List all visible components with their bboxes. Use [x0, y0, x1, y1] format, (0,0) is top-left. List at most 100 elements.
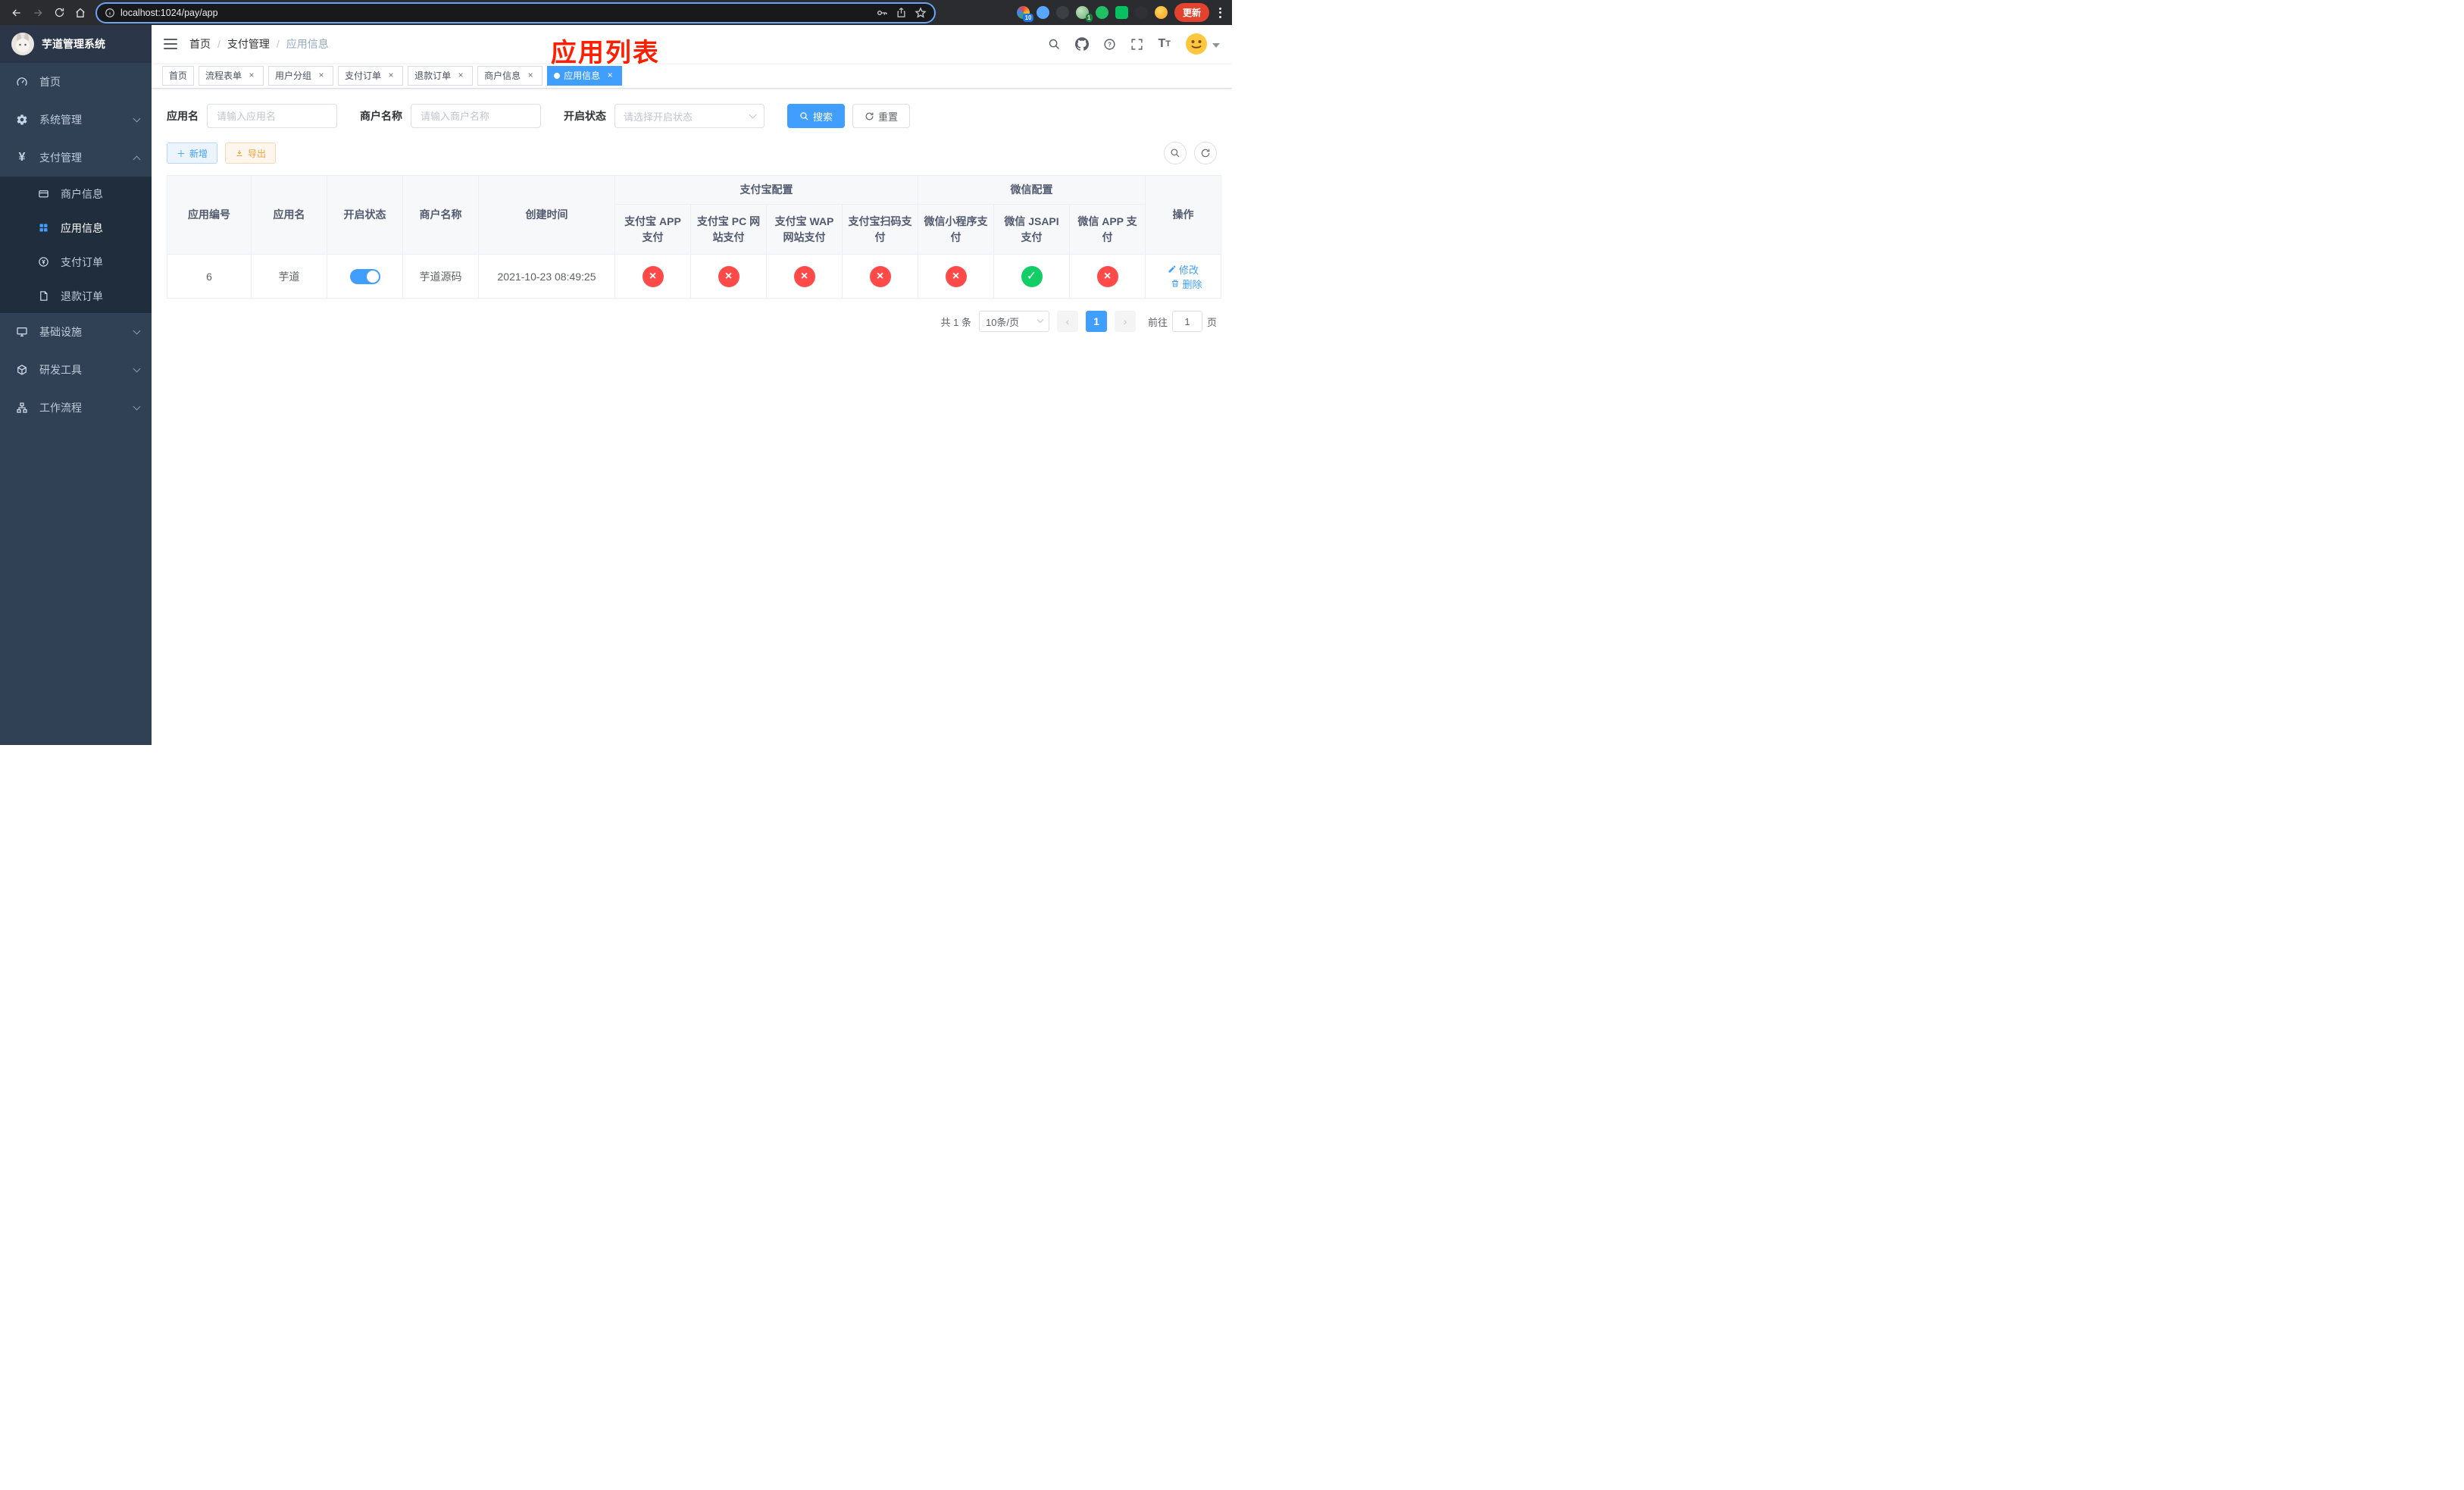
close-icon[interactable]: ×	[386, 70, 396, 81]
export-button[interactable]: 导出	[225, 142, 277, 164]
sidebar-subitem-refund-order[interactable]: 退款订单	[0, 279, 152, 313]
tab-app-info[interactable]: 应用信息 ×	[547, 65, 623, 86]
app-table: 应用编号 应用名 开启状态 商户名称 创建时间 支付宝配置 微信配置 操作 支付…	[167, 175, 1221, 299]
sidebar-item-home[interactable]: 首页	[0, 63, 152, 101]
breadcrumb-payment[interactable]: 支付管理	[227, 36, 270, 52]
close-icon[interactable]: ×	[605, 70, 615, 81]
chevron-down-icon	[133, 327, 141, 334]
plus-icon: ＋	[177, 148, 186, 159]
prev-page-button[interactable]: ‹	[1056, 311, 1078, 332]
toggle-search-button[interactable]	[1164, 142, 1187, 164]
search-icon[interactable]	[1048, 38, 1061, 51]
url-bar[interactable]: localhost:1024/pay/app	[97, 3, 934, 22]
cell-wx-app-status: ×	[1069, 254, 1146, 299]
close-icon[interactable]: ×	[525, 70, 536, 81]
status-badge: ×	[642, 265, 664, 287]
home-button[interactable]	[71, 4, 89, 22]
share-icon[interactable]	[896, 7, 907, 18]
edit-button[interactable]: 修改	[1168, 262, 1199, 277]
extension-dark-circle-icon[interactable]	[1055, 6, 1069, 19]
back-button[interactable]	[8, 4, 26, 22]
password-key-icon[interactable]	[876, 7, 888, 19]
sidebar-item-devtools[interactable]: 研发工具	[0, 351, 152, 389]
cell-wx-jsapi-status: ✓	[993, 254, 1070, 299]
user-avatar[interactable]	[1185, 33, 1220, 55]
extension-pin-icon[interactable]	[1134, 6, 1148, 19]
github-icon[interactable]	[1075, 37, 1090, 51]
header-alipay-group: 支付宝配置	[614, 175, 918, 205]
profile-face-icon[interactable]	[1154, 6, 1168, 19]
sidebar-item-infra[interactable]: 基础设施	[0, 313, 152, 351]
monitor-icon	[15, 325, 29, 339]
fullscreen-icon[interactable]	[1130, 38, 1143, 51]
delete-button[interactable]: 删除	[1171, 277, 1202, 291]
extension-wechat-icon[interactable]	[1115, 6, 1128, 19]
chevron-down-icon	[133, 114, 141, 122]
sidebar-subitem-merchant-info[interactable]: 商户信息	[0, 177, 152, 211]
extension-drop-icon[interactable]	[1036, 6, 1049, 19]
sidebar-subitem-pay-order[interactable]: 支付订单	[0, 245, 152, 279]
status-select[interactable]: 请选择开启状态	[614, 104, 765, 128]
reload-button[interactable]	[50, 4, 68, 22]
goto-page-input[interactable]	[1171, 311, 1202, 332]
sidebar-logo[interactable]: 芋道管理系统	[0, 25, 152, 63]
enabled-switch[interactable]	[349, 268, 380, 284]
font-size-icon[interactable]: TT	[1158, 38, 1171, 50]
avatar-caret-icon	[1212, 42, 1220, 48]
tab-refund-order[interactable]: 退款订单 ×	[408, 65, 474, 86]
extension-avatar-icon[interactable]: 1	[1075, 6, 1093, 22]
breadcrumb-home[interactable]: 首页	[189, 36, 211, 52]
avatar-image	[1186, 33, 1207, 55]
header-alipay-qr: 支付宝扫码支付	[842, 204, 918, 255]
table-toolbar: ＋ 新增 导出	[167, 142, 1217, 164]
breadcrumb: 首页 / 支付管理 / 应用信息	[189, 36, 329, 52]
tab-home[interactable]: 首页	[162, 65, 195, 86]
chevron-up-icon	[133, 155, 141, 163]
header-alipay-pc: 支付宝 PC 网站支付	[690, 204, 767, 255]
tab-user-group[interactable]: 用户分组 ×	[268, 65, 334, 86]
close-icon[interactable]: ×	[246, 70, 257, 81]
sidebar-item-workflow[interactable]: 工作流程	[0, 389, 152, 427]
chrome-extensions-area: 10 1 更新	[1016, 3, 1224, 22]
update-button[interactable]: 更新	[1174, 3, 1209, 22]
header-wechat-group: 微信配置	[918, 175, 1146, 205]
extension-green-check-icon[interactable]	[1095, 6, 1108, 19]
reset-button[interactable]: 重置	[852, 104, 911, 128]
grid-icon	[36, 221, 50, 235]
refresh-table-button[interactable]	[1194, 142, 1217, 164]
header-merchant: 商户名称	[402, 175, 479, 255]
next-page-button[interactable]: ›	[1114, 311, 1136, 332]
top-navbar: 首页 / 支付管理 / 应用信息 应用列表 ? T T	[152, 25, 1232, 67]
browser-menu-icon[interactable]	[1216, 7, 1224, 18]
sidebar-item-payment[interactable]: ¥ 支付管理	[0, 139, 152, 177]
extension-colorwheel-icon[interactable]: 10	[1016, 6, 1033, 22]
site-info-icon[interactable]	[105, 8, 115, 18]
sidebar-subitem-app-info[interactable]: 应用信息	[0, 211, 152, 245]
extension-avatar-badge: 1	[1085, 14, 1093, 22]
app-name-input[interactable]	[207, 104, 337, 128]
close-icon[interactable]: ×	[316, 70, 327, 81]
tab-pay-order[interactable]: 支付订单 ×	[338, 65, 404, 86]
header-app-id: 应用编号	[167, 175, 252, 255]
help-icon[interactable]: ?	[1103, 38, 1116, 51]
search-button[interactable]: 搜索	[787, 104, 846, 128]
tags-view-bar: 首页 流程表单 × 用户分组 × 支付订单 × 退款订单 × 商户信息 × 应用信息 ×	[152, 63, 1232, 89]
cell-alipay-qr-status: ×	[842, 254, 918, 299]
chevron-down-icon	[1037, 316, 1044, 324]
merchant-name-input[interactable]	[411, 104, 541, 128]
main-area: 首页 / 支付管理 / 应用信息 应用列表 ? T T 首页 流程表单 × 用户…	[152, 25, 1232, 745]
page-unit-label: 页	[1206, 316, 1217, 328]
add-button[interactable]: ＋ 新增	[167, 142, 218, 164]
bookmark-star-icon[interactable]	[915, 6, 927, 19]
forward-button[interactable]	[29, 4, 47, 22]
page-size-select[interactable]: 10条/页	[978, 311, 1049, 332]
tab-process-form[interactable]: 流程表单 ×	[199, 65, 264, 86]
url-text[interactable]: localhost:1024/pay/app	[120, 8, 876, 18]
breadcrumb-current: 应用信息	[286, 38, 329, 50]
chevron-down-icon	[133, 402, 141, 410]
tab-merchant-info[interactable]: 商户信息 ×	[477, 65, 543, 86]
page-1-button[interactable]: 1	[1085, 311, 1107, 332]
close-icon[interactable]: ×	[455, 70, 466, 81]
hamburger-icon[interactable]	[164, 39, 177, 49]
sidebar-item-system[interactable]: 系统管理	[0, 101, 152, 139]
